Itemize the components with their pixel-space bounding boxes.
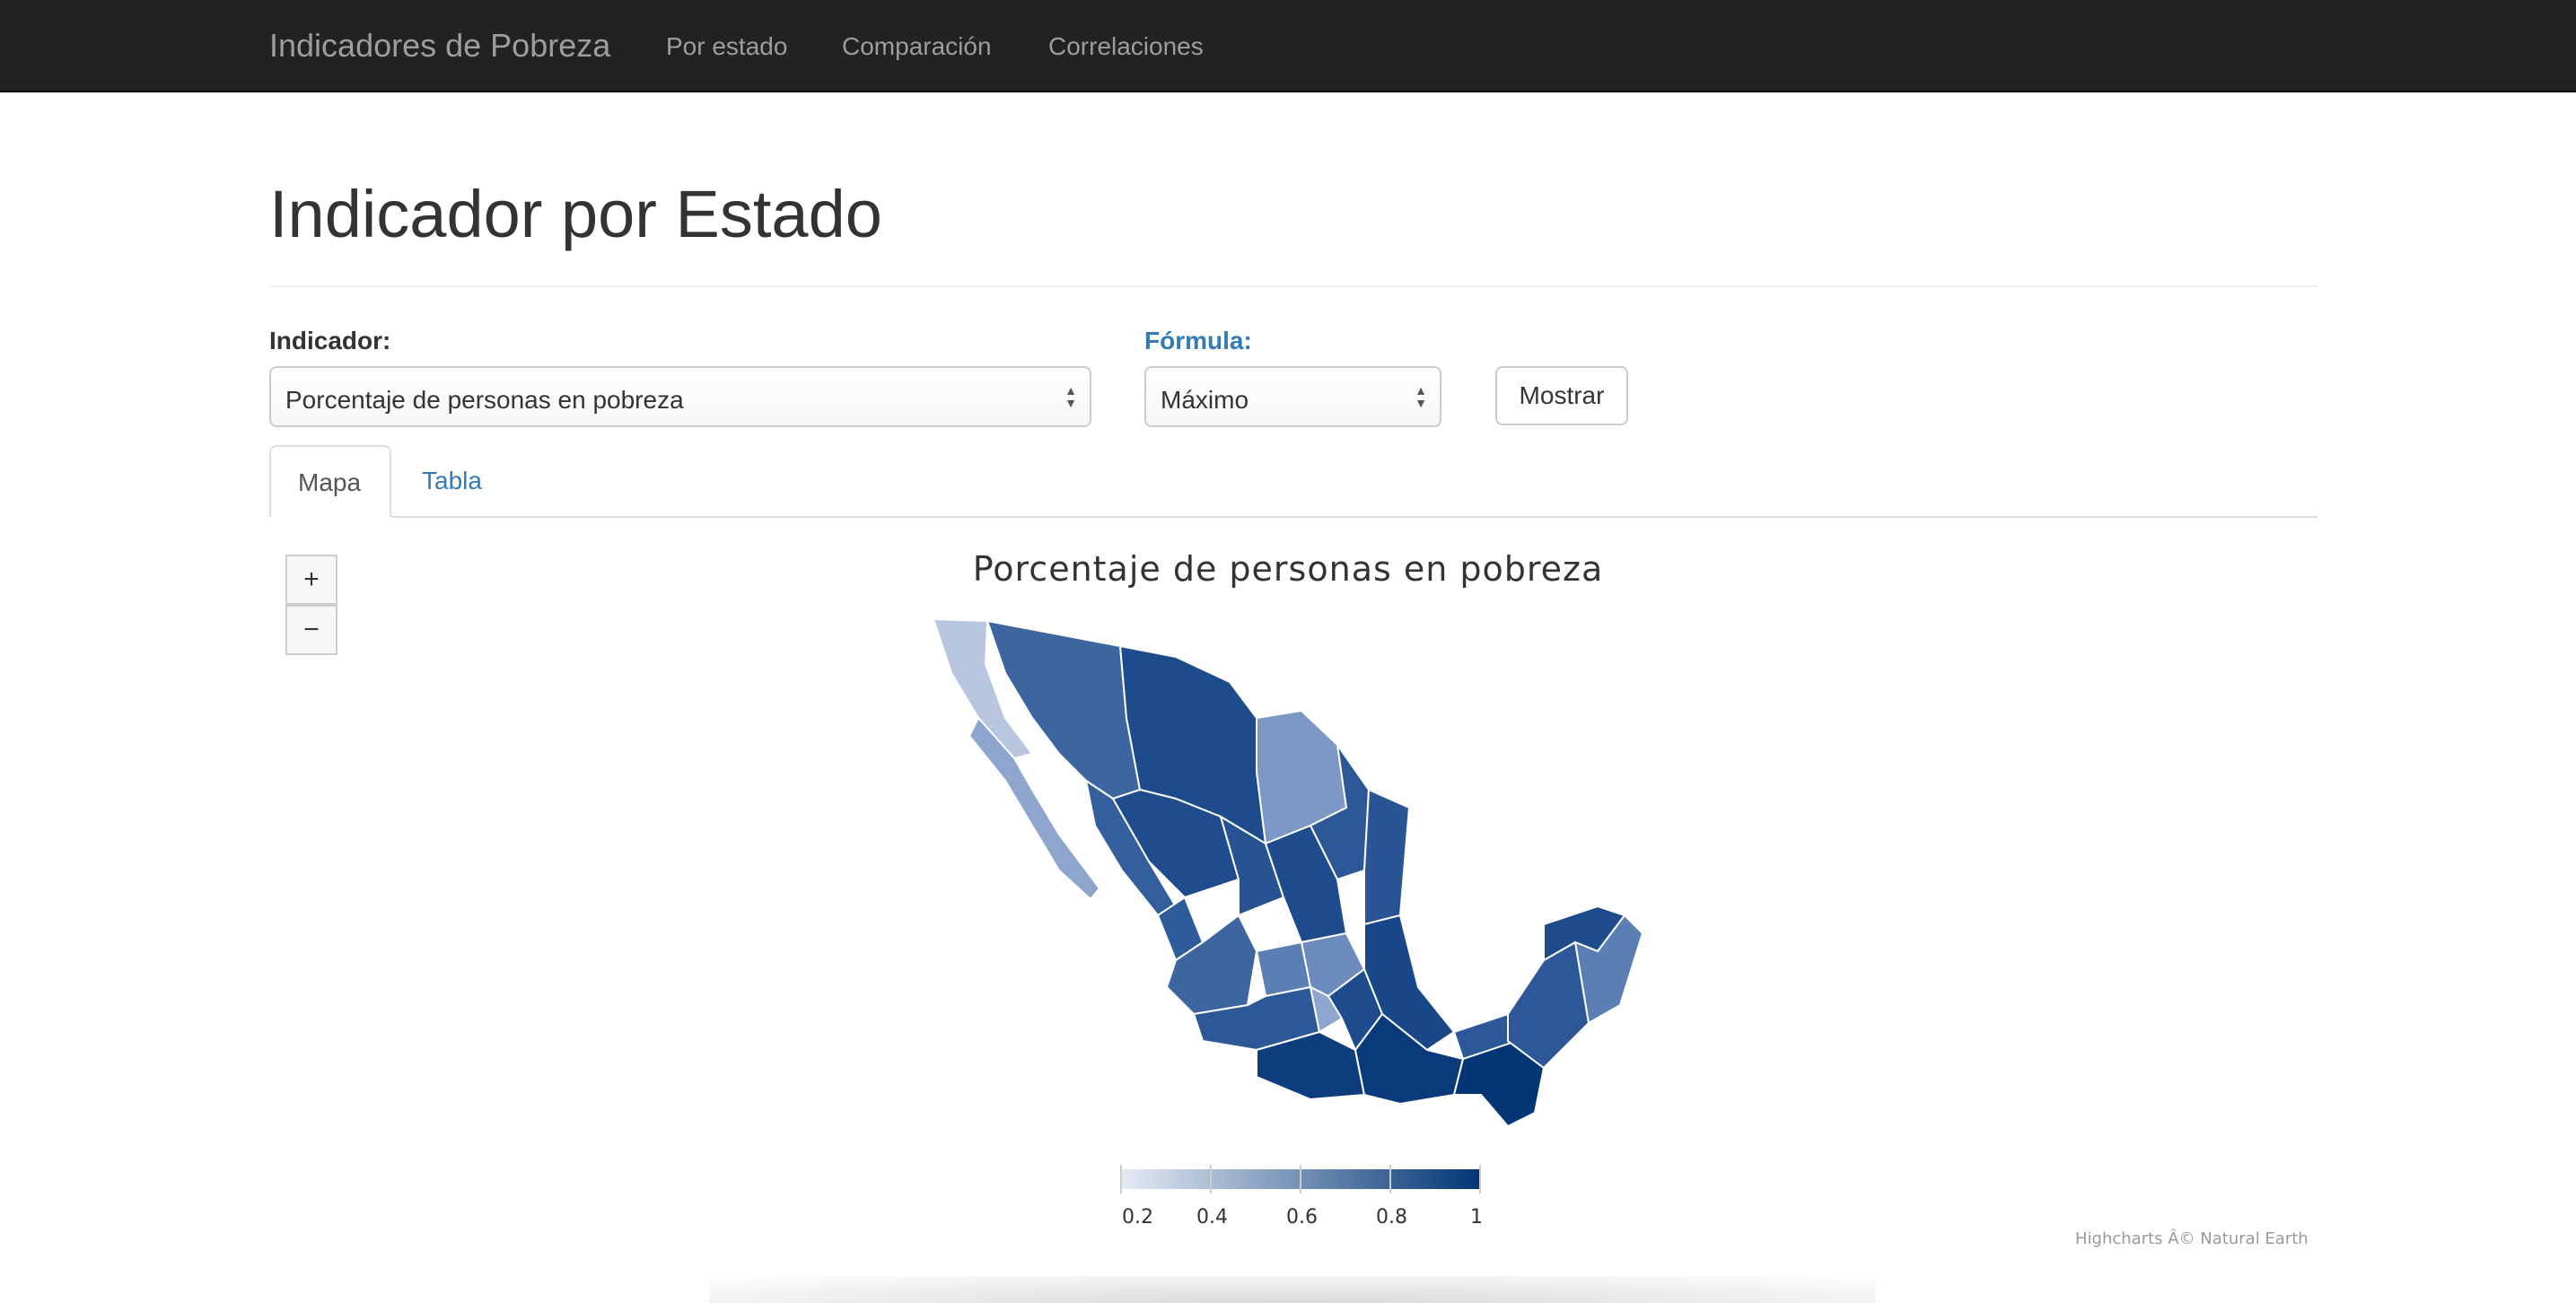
navbar-brand[interactable]: Indicadores de Pobreza (269, 27, 610, 65)
formula-select[interactable]: Máximo ▲ ▼ (1144, 366, 1441, 427)
map-title: Porcentaje de personas en pobreza (972, 549, 1604, 589)
map-credits[interactable]: Highcharts Â© Natural Earth (2075, 1229, 2309, 1248)
mexico-choropleth-map[interactable] (880, 610, 1705, 1131)
region-tamaulipas (1363, 788, 1411, 926)
indicator-select-value: Porcentaje de personas en pobreza (285, 386, 684, 414)
page-title: Indicador por Estado (269, 177, 882, 251)
legend-tick (1120, 1165, 1122, 1194)
legend-label: 1 (1470, 1206, 1483, 1229)
navbar: Indicadores de Pobreza Por estado Compar… (0, 0, 2576, 92)
tab-tabla[interactable]: Tabla (395, 445, 509, 518)
formula-label: Fórmula: (1144, 327, 1252, 354)
legend-label: 0.2 (1122, 1206, 1153, 1229)
legend-label: 0.6 (1286, 1206, 1318, 1229)
mostrar-button[interactable]: Mostrar (1495, 366, 1628, 425)
legend-tick (1210, 1165, 1212, 1194)
tab-mapa[interactable]: Mapa (269, 445, 391, 518)
legend-tick (1479, 1165, 1481, 1194)
nav-link-comparacion[interactable]: Comparación (842, 32, 992, 61)
legend-label: 0.8 (1376, 1206, 1407, 1229)
region-campeche (1507, 940, 1590, 1070)
zoom-out-button[interactable]: − (285, 605, 337, 655)
select-arrows-icon: ▲ ▼ (1415, 383, 1427, 410)
legend-tick (1389, 1165, 1391, 1194)
indicator-select[interactable]: Porcentaje de personas en pobreza ▲ ▼ (269, 366, 1091, 427)
formula-select-value: Máximo (1161, 386, 1249, 414)
legend-label: 0.4 (1196, 1206, 1228, 1229)
nav-link-correlaciones[interactable]: Correlaciones (1048, 32, 1204, 61)
nav-link-por-estado[interactable]: Por estado (666, 32, 787, 61)
select-arrows-icon: ▲ ▼ (1065, 383, 1077, 410)
indicator-label: Indicador: (269, 327, 391, 354)
title-divider (269, 285, 2318, 287)
tabs-divider (269, 516, 2318, 518)
bottom-shadow (709, 1276, 1876, 1303)
legend-tick (1300, 1165, 1301, 1194)
